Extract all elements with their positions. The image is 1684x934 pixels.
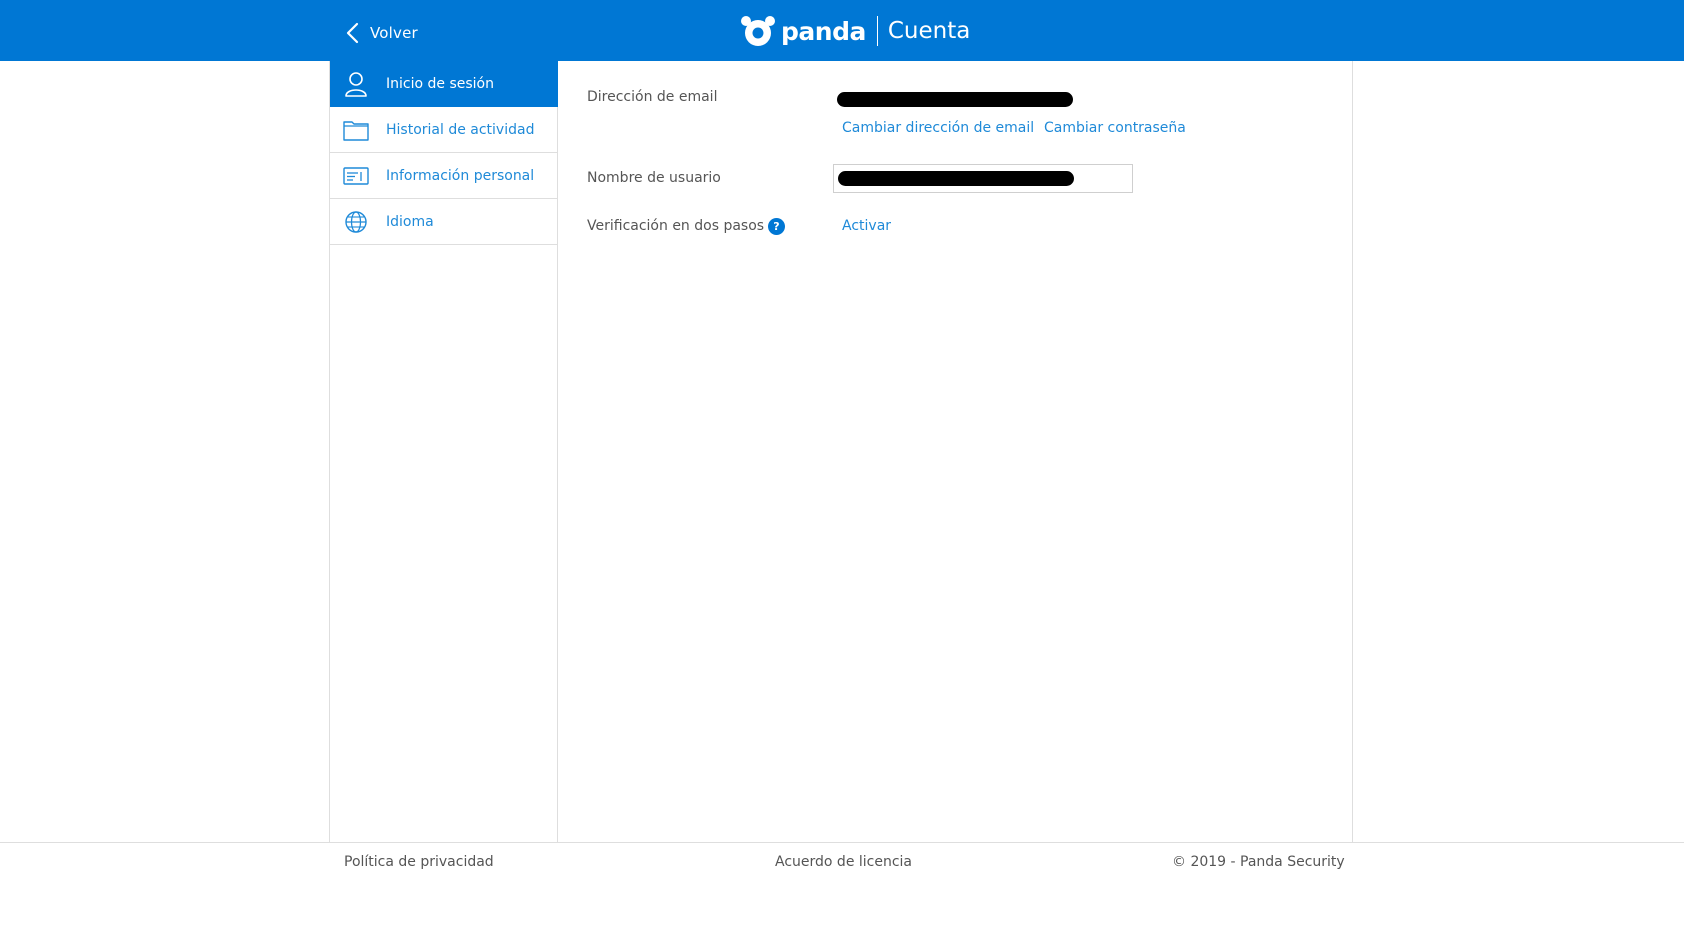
sidebar-item-login[interactable]: Inicio de sesión <box>330 61 558 107</box>
activate-link[interactable]: Activar <box>842 218 891 234</box>
brand-divider <box>876 16 878 46</box>
globe-icon <box>342 209 370 235</box>
change-password-link[interactable]: Cambiar contraseña <box>1044 120 1186 136</box>
panda-logo-icon <box>740 13 776 49</box>
copyright-text: © 2019 - Panda Security <box>1172 854 1345 870</box>
footer-divider <box>0 842 1684 843</box>
sidebar: Inicio de sesión Historial de actividad … <box>329 61 558 843</box>
sidebar-item-language[interactable]: Idioma <box>330 199 558 245</box>
sidebar-item-personal-info[interactable]: Información personal <box>330 153 558 199</box>
privacy-policy-link[interactable]: Política de privacidad <box>344 854 494 870</box>
id-card-icon <box>342 163 370 189</box>
top-bar: Volver panda Cuenta <box>0 0 1684 61</box>
brand-logo: panda Cuenta <box>740 12 970 50</box>
chevron-left-icon <box>346 22 359 44</box>
user-icon <box>342 71 370 97</box>
back-button[interactable]: Volver <box>344 18 418 48</box>
back-label: Volver <box>370 24 418 42</box>
username-value-redacted <box>838 171 1074 186</box>
sidebar-item-label: Información personal <box>386 167 535 184</box>
help-icon[interactable]: ? <box>768 218 785 235</box>
brand-subtitle: Cuenta <box>887 18 971 44</box>
license-agreement-link[interactable]: Acuerdo de licencia <box>775 854 912 870</box>
sidebar-item-label: Idioma <box>386 213 434 230</box>
two-step-label: Verificación en dos pasos <box>587 218 765 234</box>
sidebar-item-label: Inicio de sesión <box>386 75 494 92</box>
folder-icon <box>342 117 370 143</box>
change-email-link[interactable]: Cambiar dirección de email <box>842 120 1034 136</box>
brand-name: panda <box>781 16 866 46</box>
email-value-redacted <box>837 92 1073 107</box>
help-symbol: ? <box>773 220 780 233</box>
content-right-border <box>1352 61 1353 843</box>
sidebar-item-label: Historial de actividad <box>386 121 535 138</box>
sidebar-item-activity-history[interactable]: Historial de actividad <box>330 107 558 153</box>
username-label: Nombre de usuario <box>587 170 721 186</box>
email-label: Dirección de email <box>587 89 718 105</box>
